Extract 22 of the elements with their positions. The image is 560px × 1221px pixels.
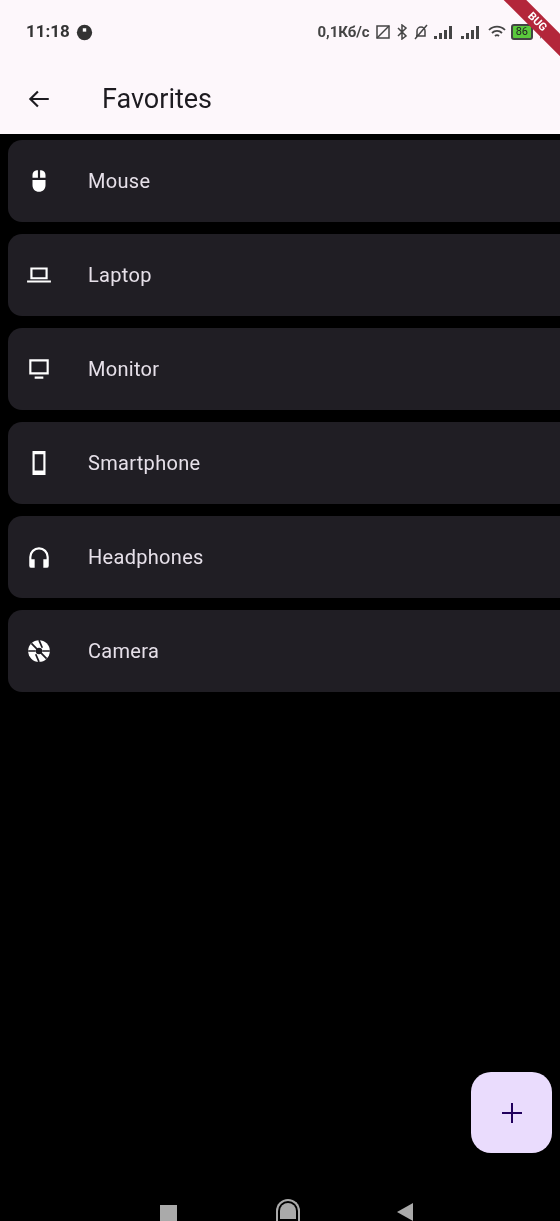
add-button[interactable] bbox=[471, 1072, 552, 1153]
headphones-icon bbox=[26, 544, 52, 570]
favorite-item[interactable]: Monitor bbox=[8, 328, 560, 410]
muted-bell-icon bbox=[412, 24, 429, 40]
sim-icon bbox=[374, 24, 391, 40]
network-speed: 0,1Кб/с bbox=[317, 21, 370, 43]
monitor-icon bbox=[26, 356, 52, 382]
clock-time: 11:18 bbox=[26, 20, 70, 44]
status-circle-icon bbox=[75, 23, 93, 41]
favorite-item[interactable]: Camera bbox=[8, 610, 560, 692]
wifi-icon bbox=[487, 25, 506, 39]
battery-indicator: 86 bbox=[510, 24, 533, 40]
favorite-item[interactable]: Smartphone bbox=[8, 422, 560, 504]
plus-icon bbox=[500, 1101, 523, 1124]
back-nav-icon[interactable] bbox=[397, 1203, 413, 1221]
favorite-item[interactable]: Mouse bbox=[8, 140, 560, 222]
favorite-item[interactable]: Headphones bbox=[8, 516, 560, 598]
home-nav-button[interactable] bbox=[276, 1199, 300, 1221]
bluetooth-icon bbox=[395, 24, 408, 40]
page-title: Favorites bbox=[102, 81, 213, 117]
camera-shutter-icon bbox=[26, 638, 52, 664]
favorite-item[interactable]: Laptop bbox=[8, 234, 560, 316]
